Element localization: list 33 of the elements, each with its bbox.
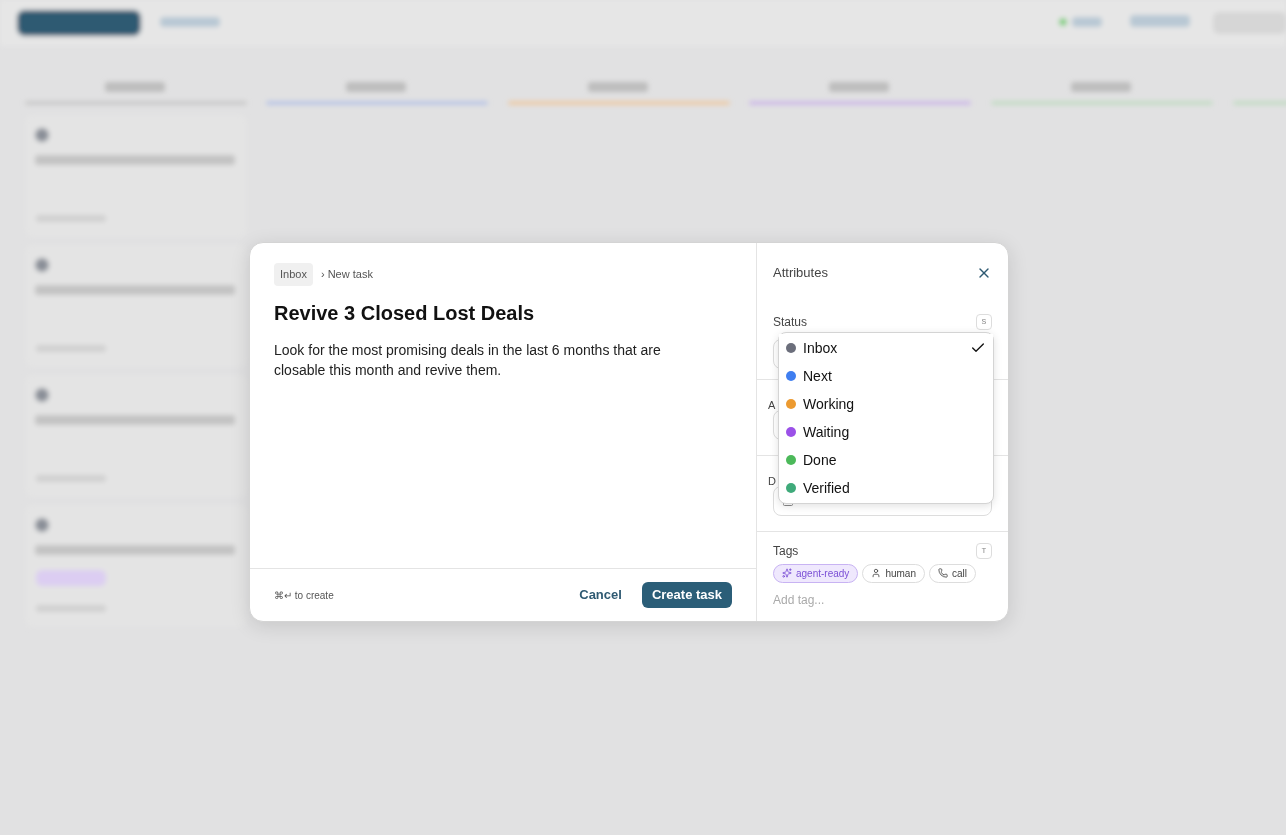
status-option[interactable]: Verified [779,474,993,502]
field-label: D [768,473,776,488]
shortcut-key: T [976,542,992,559]
status-label: Inbox [803,338,838,358]
sparkle-icon [782,568,792,578]
shortcut-hint: ⌘↵ to create [274,588,334,603]
cancel-button[interactable]: Cancel [579,585,622,605]
field-label: Tags [773,542,799,560]
status-option[interactable]: Inbox [779,334,993,362]
status-label: Verified [803,478,850,498]
task-title[interactable]: Revive 3 Closed Lost Deals [274,297,732,328]
tag-chip[interactable]: call [928,563,976,583]
status-option[interactable]: Waiting [779,418,993,446]
person-icon [871,568,882,578]
status-option[interactable]: Done [779,446,993,474]
phone-icon [937,568,948,578]
tag-chip[interactable]: human [862,563,925,583]
breadcrumb-current: › New task [320,267,373,282]
breadcrumb-link[interactable]: Inbox [274,263,313,286]
status-label: Done [803,450,837,470]
status-label: Waiting [803,422,850,442]
attributes-heading: Attributes [773,264,828,282]
task-description[interactable]: Look for the most promising deals in the last 6 months that are closable this month and revive them. [274,339,704,380]
create-task-button[interactable]: Create task [641,582,732,608]
shortcut-key: S [976,313,992,330]
tag-chip[interactable]: agent-ready [773,563,859,583]
status-option[interactable]: Next [779,362,993,390]
status-label: Working [803,394,855,414]
status-label: Next [803,366,832,386]
field-label: A [768,397,776,412]
status-option[interactable]: Working [779,390,993,418]
field-label: Status [773,313,808,331]
tag-input[interactable]: Add tag... [773,590,992,609]
